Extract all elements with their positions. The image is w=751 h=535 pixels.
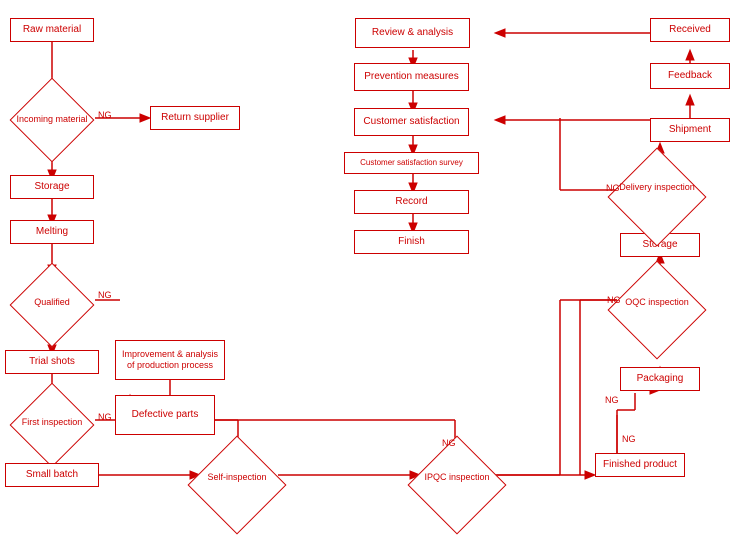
storage1-box: Storage <box>10 175 94 199</box>
customer-survey-box: Customer satisfaction survey <box>344 152 479 174</box>
finished-product-box: Finished product <box>595 453 685 477</box>
small-batch-box: Small batch <box>5 463 99 487</box>
customer-satisfaction-box: Customer satisfaction <box>354 108 469 136</box>
defective-parts-box: Defective parts <box>115 395 215 435</box>
trial-shots-box: Trial shots <box>5 350 99 374</box>
packaging-box: Packaging <box>620 367 700 391</box>
ng-label-ipqc: NG <box>442 438 456 448</box>
self-inspection-label: Self-inspection <box>195 453 279 501</box>
qualified-label: Qualified <box>10 278 94 326</box>
feedback-box: Feedback <box>650 63 730 89</box>
improvement-box: Improvement & analysis of production pro… <box>115 340 225 380</box>
first-inspection-label: First inspection <box>10 398 94 446</box>
finish-box: Finish <box>354 230 469 254</box>
ipqc-label: IPQC inspection <box>415 453 499 501</box>
ng-label-qualified: NG <box>98 290 112 300</box>
prevention-measures-box: Prevention measures <box>354 63 469 91</box>
ng-label-finished: NG <box>622 434 636 444</box>
received-box: Received <box>650 18 730 42</box>
record-box: Record <box>354 190 469 214</box>
delivery-inspection-label: Delivery inspection <box>612 162 702 212</box>
return-supplier-box: Return supplier <box>150 106 240 130</box>
review-analysis-box: Review & analysis <box>355 18 470 48</box>
melting-box: Melting <box>10 220 94 244</box>
shipment-box: Shipment <box>650 118 730 142</box>
ng-label-incoming: NG <box>98 110 112 120</box>
incoming-material-label: Incoming material <box>10 95 94 143</box>
raw-material-box: Raw material <box>10 18 94 42</box>
ng-label-first: NG <box>98 412 112 422</box>
oqc-label: OQC inspection <box>615 278 699 326</box>
ng-label-packaging: NG <box>605 395 619 405</box>
